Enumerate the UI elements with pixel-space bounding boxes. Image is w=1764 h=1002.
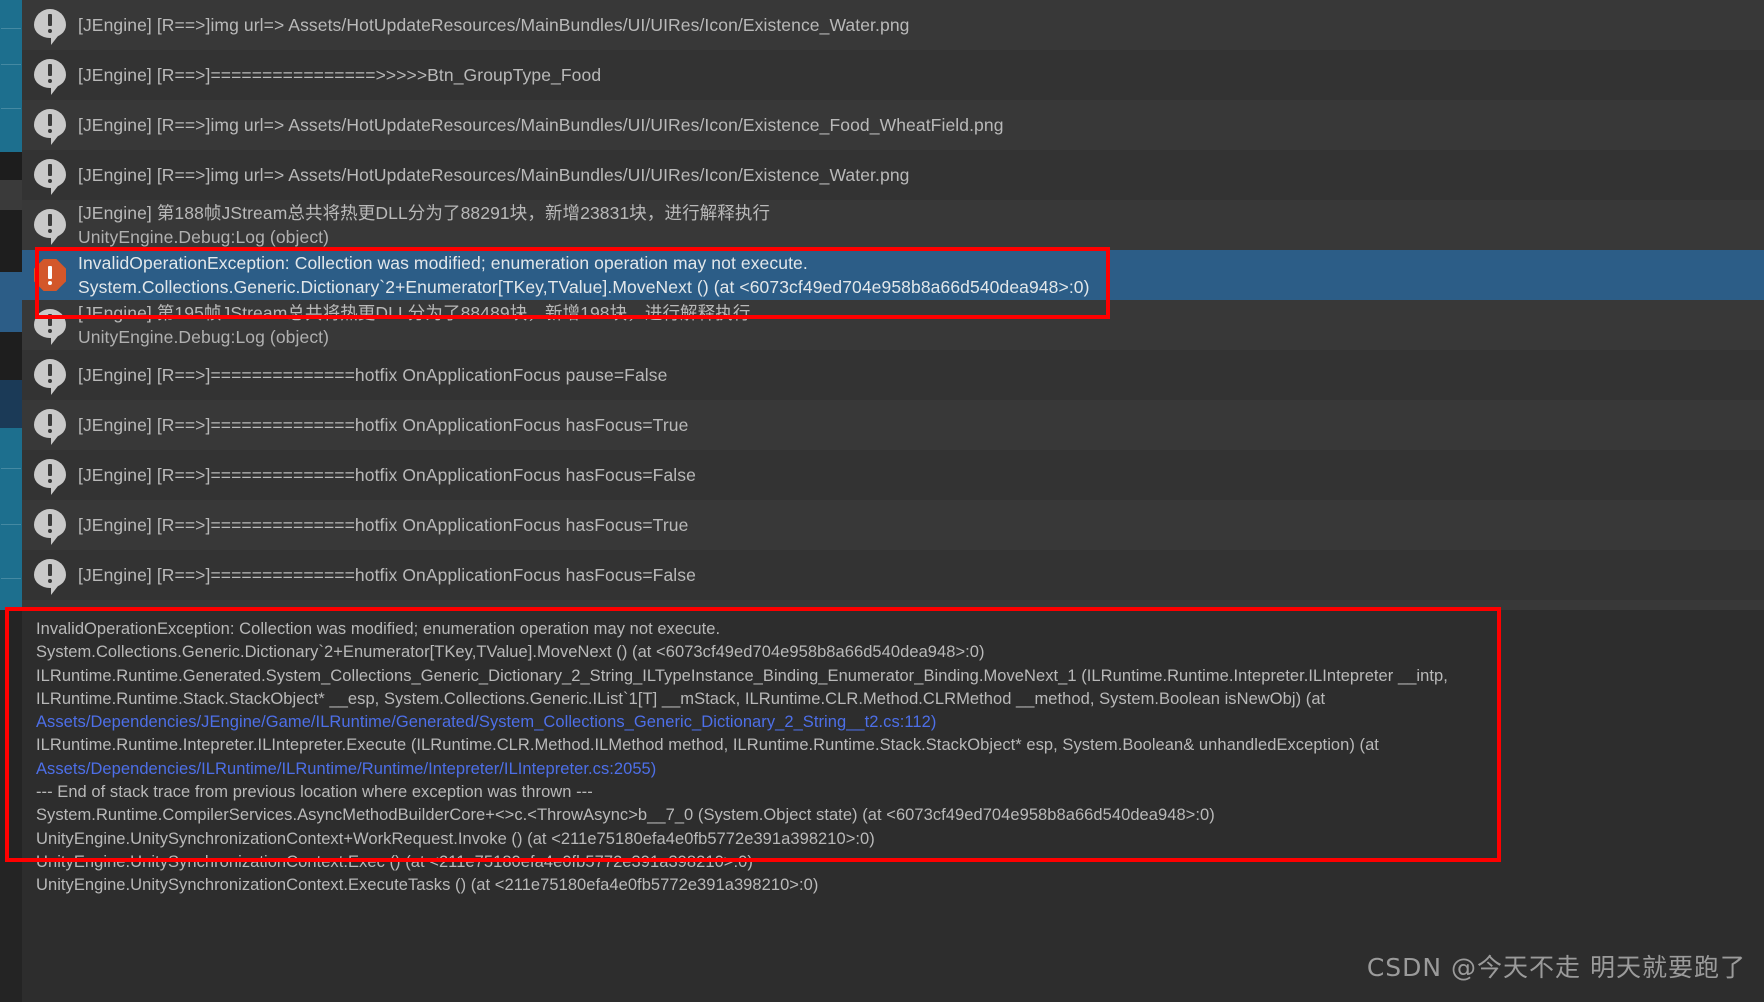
console-log-row[interactable]: [JEngine] [R==>]==============hotfix OnA… [22, 550, 1764, 600]
info-icon-glyph [34, 509, 66, 545]
unity-console-window: [JEngine] [R==>]img url=> Assets/HotUpda… [0, 0, 1764, 1002]
log-row-line-primary: InvalidOperationException: Collection wa… [78, 253, 808, 273]
stack-trace-file-link[interactable]: Assets/Dependencies/ILRuntime/ILRuntime/… [36, 758, 1764, 781]
stack-trace-line: System.Collections.Generic.Dictionary`2+… [36, 643, 985, 662]
error-icon [34, 259, 66, 291]
log-row-line-primary: [JEngine] 第188帧JStream总共将热更DLL分为了88291块，… [78, 203, 771, 223]
log-row-line-secondary: System.Collections.Generic.Dictionary`2+… [78, 277, 1090, 297]
edge-panel-dark-e [0, 610, 22, 1002]
edge-profiler-strip-bottom [0, 428, 22, 610]
stack-trace-line: UnityEngine.UnitySynchronizationContext+… [36, 829, 875, 848]
info-icon [34, 159, 66, 195]
console-log-row[interactable]: [JEngine] [R==>]==============hotfix OnA… [22, 350, 1764, 400]
info-icon-glyph [34, 9, 66, 45]
info-icon [34, 59, 66, 95]
console-log-row[interactable]: [JEngine] [R==>]img url=> Assets/HotUpda… [22, 150, 1764, 200]
log-row-line-primary: [JEngine] 第195帧JStream总共将热更DLL分为了88489块，… [78, 303, 751, 323]
console-log-row[interactable]: [JEngine] [R==>]================>>>>>Btn… [22, 50, 1764, 100]
log-row-line-primary: [JEngine] [R==>]================>>>>>Btn… [78, 65, 602, 85]
info-icon-glyph [34, 459, 66, 495]
log-row-line-primary: [JEngine] [R==>]==============hotfix OnA… [78, 565, 696, 585]
log-row-line-primary: [JEngine] [R==>]==============hotfix OnA… [78, 465, 696, 485]
info-icon-glyph [34, 559, 66, 595]
edge-panel-navy [0, 380, 22, 428]
stack-trace-line: ILRuntime.Runtime.Intepreter.ILInteprete… [36, 736, 1379, 755]
console-log-row[interactable]: [JEngine] [R==>]img url=> Assets/HotUpda… [22, 100, 1764, 150]
info-icon [34, 359, 66, 395]
stack-trace-line: System.Runtime.CompilerServices.AsyncMet… [36, 806, 1215, 825]
log-row-line-primary: [JEngine] [R==>]==============hotfix OnA… [78, 365, 668, 385]
info-icon [34, 409, 66, 445]
console-log-row[interactable]: [JEngine] [R==>]img url=> Assets/HotUpda… [22, 0, 1764, 50]
info-icon [34, 459, 66, 495]
info-icon-glyph [34, 159, 66, 195]
console-log-row[interactable]: InvalidOperationException: Collection wa… [22, 250, 1764, 300]
csdn-watermark: CSDN @今天不走 明天就要跑了 [1366, 953, 1746, 982]
info-icon [34, 209, 66, 245]
info-icon-glyph [34, 409, 66, 445]
log-row-line-primary: [JEngine] [R==>]==============hotfix OnA… [78, 415, 689, 435]
edge-panel-dark-b [0, 180, 22, 210]
log-row-line-primary: [JEngine] [R==>]img url=> Assets/HotUpda… [78, 115, 1004, 135]
edge-panel-dark-d [0, 332, 22, 380]
info-icon-glyph [34, 209, 66, 245]
info-icon-glyph [34, 59, 66, 95]
log-row-line-secondary: UnityEngine.Debug:Log (object) [78, 327, 330, 347]
edge-panel-selection [0, 272, 22, 332]
log-row-line-primary: [JEngine] [R==>]==============hotfix OnA… [78, 515, 689, 535]
stack-trace-line: --- End of stack trace from previous loc… [36, 783, 593, 802]
console-log-row[interactable]: [JEngine] 第195帧JStream总共将热更DLL分为了88489块，… [22, 300, 1764, 350]
left-edge-panels [0, 0, 22, 1002]
edge-profiler-strip-top [0, 0, 22, 152]
edge-panel-dark-c [0, 210, 22, 272]
console-log-row[interactable]: [JEngine] [R==>]==============hotfix OnA… [22, 450, 1764, 500]
log-row-line-secondary: UnityEngine.Debug:Log (object) [78, 227, 330, 247]
stack-trace-file-link[interactable]: Assets/Dependencies/JEngine/Game/ILRunti… [36, 711, 1764, 734]
stack-trace-line: ILRuntime.Runtime.Stack.StackObject* __e… [36, 689, 1326, 708]
error-icon-glyph [34, 259, 66, 291]
console-log-row[interactable]: [JEngine] [R==>]==============hotfix OnA… [22, 500, 1764, 550]
log-row-line-primary: [JEngine] [R==>]img url=> Assets/HotUpda… [78, 15, 910, 35]
console-log-row[interactable]: [JEngine] [R==>]==============hotfix OnA… [22, 400, 1764, 450]
info-icon-glyph [34, 359, 66, 395]
log-row-line-primary: [JEngine] [R==>]img url=> Assets/HotUpda… [78, 165, 910, 185]
console-message-list[interactable]: [JEngine] [R==>]img url=> Assets/HotUpda… [22, 0, 1764, 610]
console-log-row[interactable]: [JEngine] 第188帧JStream总共将热更DLL分为了88291块，… [22, 200, 1764, 250]
info-icon-glyph [34, 109, 66, 145]
edge-panel-dark-a [0, 152, 22, 180]
info-icon-glyph [34, 309, 66, 345]
info-icon [34, 109, 66, 145]
stack-trace-pane[interactable]: InvalidOperationException: Collection wa… [22, 610, 1764, 1002]
stack-trace-line: UnityEngine.UnitySynchronizationContext.… [36, 876, 819, 895]
info-icon [34, 559, 66, 595]
stack-trace-line: InvalidOperationException: Collection wa… [36, 620, 721, 638]
stack-trace-line: ILRuntime.Runtime.Generated.System_Colle… [36, 666, 1448, 685]
info-icon [34, 9, 66, 45]
info-icon [34, 309, 66, 345]
stack-trace-line: UnityEngine.UnitySynchronizationContext.… [36, 852, 753, 871]
info-icon [34, 509, 66, 545]
